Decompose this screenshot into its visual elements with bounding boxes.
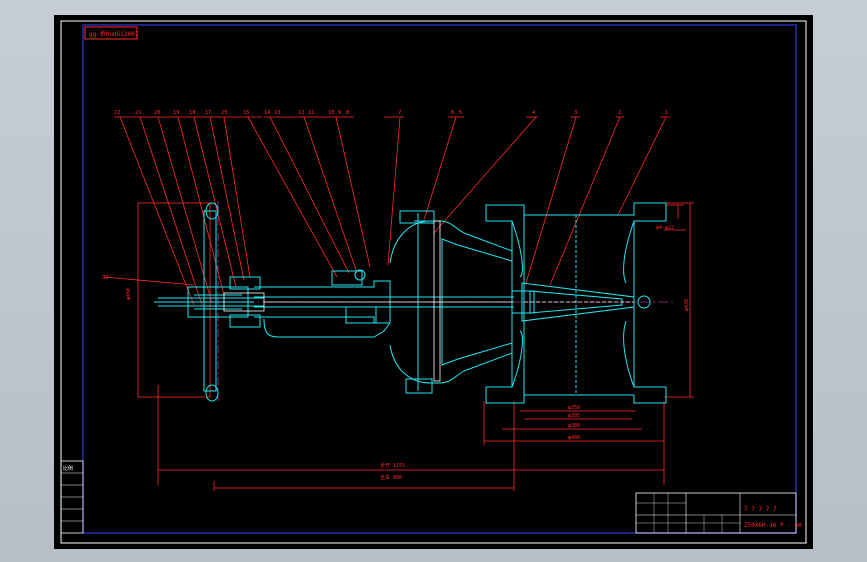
part-no-25: 25 — [221, 110, 228, 116]
title-block-text-b: Z50X6H-16 P - 60 — [744, 522, 802, 529]
part-number-labels: 22 21 20 19 18 17 25 15 14 13 12 11 10 9… — [102, 110, 668, 281]
title-block: 7 7 7 7 7 Z50X6H-16 P - 60 — [635, 492, 802, 534]
app-window: gg-桥hudGi2007 22 21 20 19 18 17 25 15 14… — [0, 0, 867, 562]
part-no-22: 22 — [114, 110, 121, 116]
part-no-6: 6 — [451, 110, 454, 116]
left-title-strip: 比例 — [60, 460, 84, 534]
drawing-canvas[interactable]: gg-桥hudGi2007 22 21 20 19 18 17 25 15 14… — [54, 15, 813, 549]
part-no-8: 8 — [346, 110, 349, 116]
leader-lines — [103, 116, 670, 306]
part-no-10: 10 — [328, 110, 335, 116]
part-no-20: 20 — [154, 110, 161, 116]
part-no-13: 13 — [274, 110, 281, 116]
dim-flange-small: φ4-φ22 — [656, 225, 674, 231]
part-no-1: 1 — [665, 110, 668, 116]
dim-left-height: φ450 — [126, 288, 132, 300]
code-box-text: gg-桥hudGi2007 — [89, 30, 139, 38]
part-no-4: 4 — [532, 110, 536, 116]
part-no-17: 17 — [205, 110, 212, 116]
dim-right-height: φ430 — [684, 299, 690, 311]
drawing-svg: gg-桥hudGi2007 22 21 20 19 18 17 25 15 14… — [60, 20, 807, 544]
part-no-12: 12 — [298, 110, 305, 116]
part-no-33: 33 — [102, 275, 109, 281]
part-no-14: 14 — [264, 110, 271, 116]
dimension-labels: φ450 φ430 φ4-φ22 φ350 φ395 φ380 φ480 全开 … — [126, 225, 690, 481]
left-strip-label: 比例 — [63, 465, 73, 472]
dim-overall-closed: 全关 880 — [380, 474, 402, 481]
part-no-15: 15 — [243, 110, 250, 116]
dim-overall-open: 全开 1155 — [380, 462, 405, 469]
part-no-5: 5 — [459, 110, 462, 116]
part-no-7: 7 — [398, 110, 401, 116]
part-no-19: 19 — [173, 110, 180, 116]
part-no-2: 2 — [618, 110, 621, 116]
title-block-text-a: 7 7 7 7 7 — [744, 506, 777, 513]
valve-body-drawing — [154, 202, 667, 404]
dim-bottom-3: φ380 — [568, 423, 580, 429]
dim-bottom-1: φ350 — [568, 405, 580, 411]
inner-frame — [82, 24, 797, 534]
dim-bottom-4: φ480 — [568, 435, 580, 441]
white-details — [223, 220, 634, 382]
dimension-lines — [137, 202, 694, 491]
outer-frame — [60, 20, 807, 544]
part-no-21: 21 — [135, 110, 142, 116]
dim-bottom-2: φ395 — [568, 413, 580, 419]
part-no-18: 18 — [189, 110, 196, 116]
part-no-11: 11 — [308, 110, 315, 116]
part-no-3: 3 — [574, 110, 577, 116]
code-box: gg-桥hudGi2007 — [84, 26, 139, 40]
part-no-9: 9 — [338, 110, 341, 116]
